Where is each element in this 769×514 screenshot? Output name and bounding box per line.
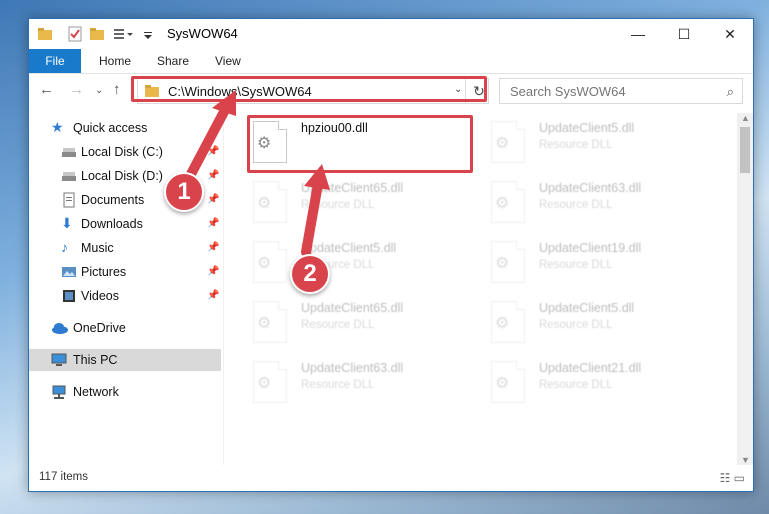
annotation-arrows [185, 90, 330, 257]
step-1-badge: 1 [164, 172, 204, 212]
step-2-badge: 2 [290, 254, 330, 294]
